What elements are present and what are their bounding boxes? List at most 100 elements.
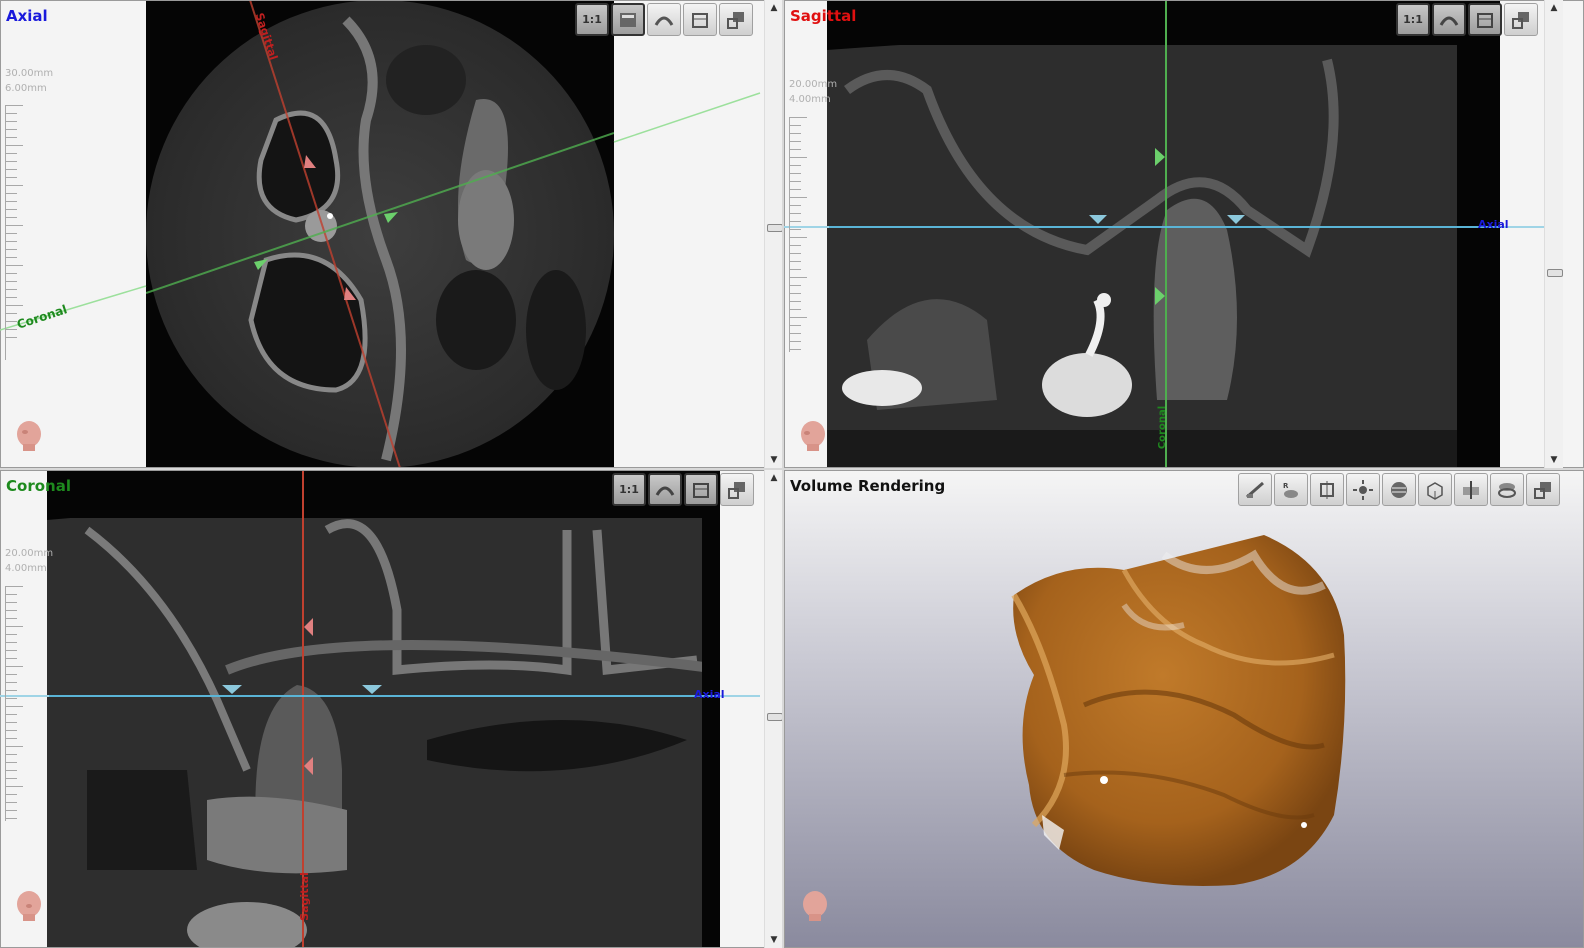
- maximize-button[interactable]: [720, 473, 754, 506]
- ruler-tick: [789, 317, 807, 318]
- volume-box-button[interactable]: [684, 473, 718, 506]
- zoom-1to1-button[interactable]: 1:1: [612, 473, 646, 506]
- ruler-tick: [5, 778, 17, 779]
- coronal-toolbar: 1:1: [612, 473, 754, 506]
- ruler-tick: [789, 125, 801, 126]
- ruler-tick: [5, 714, 17, 715]
- ruler-tick: [789, 141, 801, 142]
- scroll-thumb[interactable]: [767, 224, 782, 232]
- arch-button[interactable]: [647, 3, 681, 36]
- head-orientation-icon[interactable]: [14, 890, 44, 922]
- ruler-tick: [5, 698, 17, 699]
- volume-box-button[interactable]: [1468, 3, 1502, 36]
- scale-width-label: 30.00mm: [5, 68, 54, 79]
- ruler-tick: [5, 626, 23, 627]
- ruler-tick: [5, 241, 17, 242]
- ruler-tick: [5, 153, 17, 154]
- scroll-up-arrow[interactable]: ▲: [765, 0, 782, 16]
- orientation-cube-icon: [1427, 481, 1443, 500]
- axial-line-label: Axial: [694, 688, 725, 701]
- view-title-sagittal: Sagittal: [790, 7, 857, 25]
- axial-scrollbar[interactable]: ▲ ▼: [764, 0, 782, 468]
- coronal-line-label: Coronal: [1157, 405, 1169, 450]
- coronal-scrollbar[interactable]: ▲ ▼: [764, 470, 782, 948]
- view-title-coronal: Coronal: [6, 477, 71, 495]
- volume-box-button[interactable]: [683, 3, 717, 36]
- clip-tool-button[interactable]: [1238, 473, 1272, 506]
- ruler-tick: [789, 285, 801, 286]
- ruler-tick: [5, 129, 17, 130]
- zoom-1to1-button[interactable]: 1:1: [575, 3, 609, 36]
- layers-button[interactable]: [1382, 473, 1416, 506]
- crop-box-button[interactable]: [1310, 473, 1344, 506]
- arch-button[interactable]: [648, 473, 682, 506]
- scroll-up-arrow[interactable]: ▲: [765, 470, 782, 486]
- head-orientation-icon[interactable]: [800, 890, 830, 922]
- arch-button[interactable]: [1432, 3, 1466, 36]
- ruler-tick: [5, 634, 17, 635]
- scroll-down-arrow[interactable]: ▼: [765, 452, 782, 468]
- ruler-tick: [5, 257, 17, 258]
- sagittal-toolbar: 1:1: [1396, 3, 1538, 36]
- ruler-tick: [5, 145, 23, 146]
- volume-rendering-view[interactable]: Volume Rendering R: [784, 470, 1584, 948]
- head-orientation-icon[interactable]: [14, 420, 44, 452]
- ruler-tick: [5, 217, 17, 218]
- ruler-tick: [5, 177, 17, 178]
- ruler-tick: [5, 297, 17, 298]
- zoom-1to1-button[interactable]: 1:1: [1396, 3, 1430, 36]
- ruler-tick: [789, 333, 801, 334]
- ruler-tick: [789, 325, 801, 326]
- scale-width-label: 20.00mm: [789, 79, 838, 90]
- maximize-button[interactable]: [1504, 3, 1538, 36]
- ruler-tick: [5, 249, 17, 250]
- volume-3d-render[interactable]: [1004, 525, 1354, 895]
- ruler-tick: [5, 754, 17, 755]
- ruler-tick: [5, 746, 23, 747]
- coronal-ct-slice[interactable]: [47, 470, 720, 948]
- scalpel-icon: [1246, 481, 1264, 498]
- ruler-tick: [789, 157, 807, 158]
- ruler-tick: [789, 245, 801, 246]
- orientation-cube-button[interactable]: [1418, 473, 1452, 506]
- arch-icon: [655, 486, 675, 496]
- volume-settings-button[interactable]: [1490, 473, 1524, 506]
- scroll-thumb[interactable]: [1547, 269, 1563, 277]
- ruler-tick: [5, 666, 23, 667]
- ruler-tick: [5, 137, 17, 138]
- panoramic-icon: [620, 12, 636, 27]
- sagittal-view[interactable]: Sagittal 20.00mm 4.00mm Axial Coronal 1:…: [784, 0, 1584, 468]
- axial-view[interactable]: Axial 30.00mm 6.00mm Coronal Sagittal 1:…: [0, 0, 782, 468]
- maximize-button[interactable]: [1526, 473, 1560, 506]
- ruler-tick: [5, 313, 17, 314]
- zoom-1to1-label: 1:1: [582, 13, 602, 26]
- head-orientation-icon[interactable]: [798, 420, 828, 452]
- sagittal-ct-slice[interactable]: [827, 0, 1500, 468]
- scroll-up-arrow[interactable]: ▲: [1545, 0, 1563, 16]
- lighting-button[interactable]: [1346, 473, 1380, 506]
- ruler-tick: [5, 770, 17, 771]
- ruler-tick: [5, 658, 17, 659]
- ruler-tick: [789, 197, 807, 198]
- view-title-axial: Axial: [6, 7, 48, 25]
- render-preset-button[interactable]: R: [1274, 473, 1308, 506]
- maximize-button[interactable]: [719, 3, 753, 36]
- scroll-thumb[interactable]: [767, 713, 782, 721]
- ruler-tick: [789, 301, 801, 302]
- ruler-tick: [5, 185, 23, 186]
- maximize-icon: [1534, 481, 1551, 499]
- axial-ct-slice[interactable]: [146, 0, 614, 468]
- ruler-tick: [789, 229, 801, 230]
- ruler-tick: [789, 309, 801, 310]
- scroll-down-arrow[interactable]: ▼: [765, 932, 782, 948]
- ruler-tick: [789, 205, 801, 206]
- ruler-tick: [789, 149, 801, 150]
- ruler-tick: [5, 329, 17, 330]
- ruler-tick: [789, 269, 801, 270]
- cut-plane-button[interactable]: [1454, 473, 1488, 506]
- sagittal-scrollbar[interactable]: ▲ ▼: [1544, 0, 1563, 468]
- scroll-down-arrow[interactable]: ▼: [1545, 452, 1563, 468]
- coronal-view[interactable]: Coronal 20.00mm 4.00mm Axial Sagittal 1:…: [0, 470, 782, 948]
- panoramic-button[interactable]: [611, 3, 645, 36]
- volume-toolbar: R: [1238, 473, 1560, 506]
